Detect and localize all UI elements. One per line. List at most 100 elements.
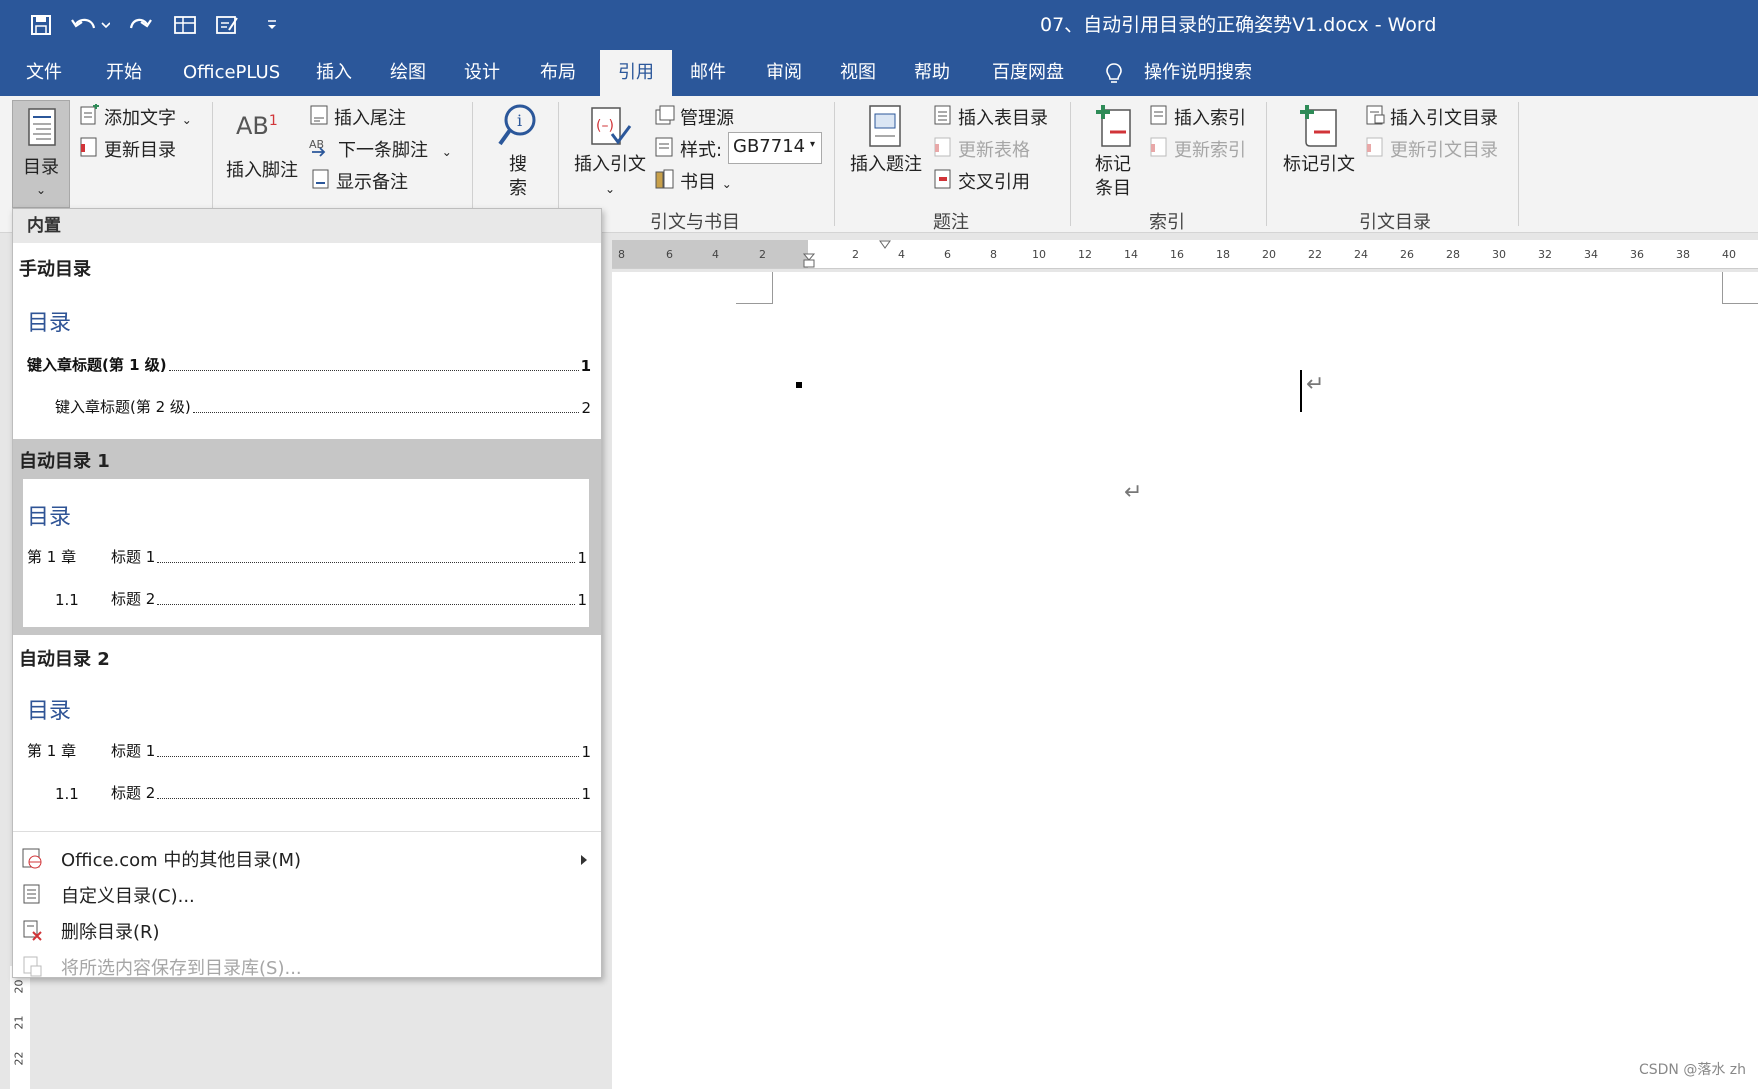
insert-index-icon (1150, 105, 1167, 125)
toc-label: 目录 (23, 157, 59, 178)
tab-layout[interactable]: 布局 (534, 50, 582, 96)
mark-citation-button[interactable]: 标记引文 (1276, 102, 1362, 206)
update-toa-button[interactable]: 更新引文目录 (1390, 136, 1498, 162)
tab-design[interactable]: 设计 (458, 50, 506, 96)
tab-mailings[interactable]: 邮件 (684, 50, 732, 96)
researcher-search-button[interactable]: i 搜 索 (488, 102, 548, 206)
toc-button[interactable]: 目录 ⌄ (12, 100, 70, 208)
show-notes-button[interactable]: 显示备注 (336, 168, 408, 194)
undo-icon[interactable] (68, 10, 112, 40)
menu-item-label: 自定义目录(C)... (61, 886, 195, 907)
group-separator (1518, 102, 1519, 226)
customize-qat-icon[interactable] (262, 10, 282, 40)
ruler-tick: 24 (1354, 248, 1368, 261)
manage-sources-icon (655, 105, 675, 125)
cross-reference-button[interactable]: 交叉引用 (958, 168, 1030, 194)
tab-view[interactable]: 视图 (834, 50, 882, 96)
insert-table-of-figures-button[interactable]: 插入表目录 (958, 104, 1048, 130)
bullet-marker (796, 382, 802, 388)
save-icon[interactable] (26, 10, 56, 40)
tab-references[interactable]: 引用 (600, 50, 672, 96)
update-toc-icon (80, 137, 97, 157)
chevron-down-icon: ⌄ (721, 177, 732, 191)
chevron-down-icon: ⌄ (441, 145, 452, 159)
horizontal-ruler[interactable]: 8 6 4 2 2 4 6 8 10 12 14 16 18 20 22 24 … (612, 240, 1758, 269)
update-index-button[interactable]: 更新索引 (1174, 136, 1246, 162)
update-index-icon (1150, 137, 1167, 157)
toc-preview-line: 第 1 章标题 11 (27, 742, 591, 761)
first-line-indent-icon[interactable] (878, 240, 892, 252)
insert-index-button[interactable]: 插入索引 (1174, 104, 1246, 130)
tab-officeplus[interactable]: OfficePLUS (177, 50, 286, 96)
ribbon-tab-bar: 文件 开始 OfficePLUS 插入 绘图 设计 布局 引用 邮件 审阅 视图… (0, 50, 1758, 96)
vertical-ruler[interactable]: 20 21 22 (10, 966, 30, 1089)
tab-baidu-netdisk[interactable]: 百度网盘 (986, 50, 1070, 96)
ruler-tick: 22 (1308, 248, 1322, 261)
index-group-label: 索引 (1149, 212, 1185, 233)
manage-sources-button[interactable]: 管理源 (680, 104, 734, 130)
ruler-tick: 40 (1722, 248, 1736, 261)
chevron-down-icon: ▾ (809, 139, 815, 150)
ruler-tick: 18 (1216, 248, 1230, 261)
insert-caption-button[interactable]: 插入题注 (846, 102, 926, 206)
edit-document-icon[interactable] (212, 10, 242, 40)
toc-gallery-item-auto-2[interactable]: 自动目录 2 目录 第 1 章标题 11 1.1 标题 21 (13, 635, 601, 831)
update-table-button[interactable]: 更新表格 (958, 136, 1030, 162)
next-footnote-button[interactable]: 下一条脚注 ⌄ (338, 136, 452, 162)
mark-entry-label-2: 条目 (1095, 178, 1131, 199)
insert-citation-button[interactable]: (–) 插入引文 ⌄ (570, 102, 650, 206)
tab-draw[interactable]: 绘图 (384, 50, 432, 96)
table-of-figures-icon (934, 105, 951, 125)
mark-entry-button[interactable]: 标记 条目 (1080, 102, 1146, 206)
toc-preview-heading: 目录 (27, 699, 72, 724)
tab-insert[interactable]: 插入 (310, 50, 358, 96)
lightbulb-icon (1106, 63, 1122, 83)
mark-entry-icon (1096, 105, 1131, 147)
next-footnote-icon: AB (309, 138, 326, 157)
document-page[interactable]: ↵ ↵ CSDN @落水 zh (612, 272, 1758, 1089)
insert-footnote-button[interactable]: AB1 插入脚注 (226, 104, 298, 194)
toc-preview-line: 1.1 标题 21 (55, 784, 591, 803)
vruler-tick: 21 (12, 1015, 26, 1030)
ruler-tick: 2 (759, 248, 766, 261)
update-table-icon (934, 137, 951, 157)
toc-gallery-item-manual[interactable]: 手动目录 目录 键入章标题(第 1 级) 1 键入章标题(第 2 级) 2 (13, 243, 601, 439)
menu-item-office-more-toc[interactable]: Office.com 中的其他目录(M) (13, 841, 601, 875)
insert-endnote-button[interactable]: 插入尾注 (334, 104, 406, 130)
paragraph-mark-icon: ↵ (1306, 372, 1325, 397)
toc-preview-line: 1.1 标题 21 (55, 590, 587, 609)
tab-review[interactable]: 审阅 (760, 50, 808, 96)
redo-icon[interactable] (126, 10, 156, 40)
indent-marker-icon[interactable] (802, 240, 816, 268)
bibliography-button[interactable]: 书目 ⌄ (680, 168, 732, 194)
globe-document-icon (22, 848, 42, 869)
tab-file[interactable]: 文件 (20, 50, 68, 96)
tab-help[interactable]: 帮助 (908, 50, 956, 96)
mark-citation-icon (1300, 105, 1337, 147)
menu-item-remove-toc[interactable]: 删除目录(R) (13, 913, 601, 947)
menu-separator (13, 831, 601, 832)
style-icon (655, 137, 673, 157)
tab-home[interactable]: 开始 (100, 50, 148, 96)
gallery-item-title: 自动目录 2 (19, 649, 110, 670)
ruler-tick: 14 (1124, 248, 1138, 261)
update-toc-button[interactable]: 更新目录 (104, 136, 176, 162)
menu-item-save-selection[interactable]: 将所选内容保存到目录库(S)... (13, 949, 601, 983)
group-separator (1266, 102, 1267, 226)
ruler-tick: 4 (898, 248, 905, 261)
menu-item-label: 将所选内容保存到目录库(S)... (61, 958, 302, 979)
chevron-down-icon: ⌄ (181, 113, 192, 127)
add-text-button[interactable]: 添加文字 ⌄ (104, 104, 192, 130)
insert-toa-button[interactable]: 插入引文目录 (1390, 104, 1498, 130)
ruler-tick: 8 (618, 248, 625, 261)
svg-text:(–): (–) (596, 118, 614, 134)
margin-corner-mark (736, 303, 772, 304)
menu-item-custom-toc[interactable]: 自定义目录(C)... (13, 877, 601, 911)
tell-me-label: 操作说明搜索 (1144, 62, 1252, 83)
table-format-icon[interactable] (170, 10, 200, 40)
ruler-tick: 38 (1676, 248, 1690, 261)
svg-text:i: i (517, 111, 522, 130)
paragraph-mark-icon: ↵ (1124, 480, 1143, 505)
citation-style-select[interactable]: GB7714 ▾ (728, 132, 822, 164)
gallery-section-header: 内置 (13, 209, 601, 243)
